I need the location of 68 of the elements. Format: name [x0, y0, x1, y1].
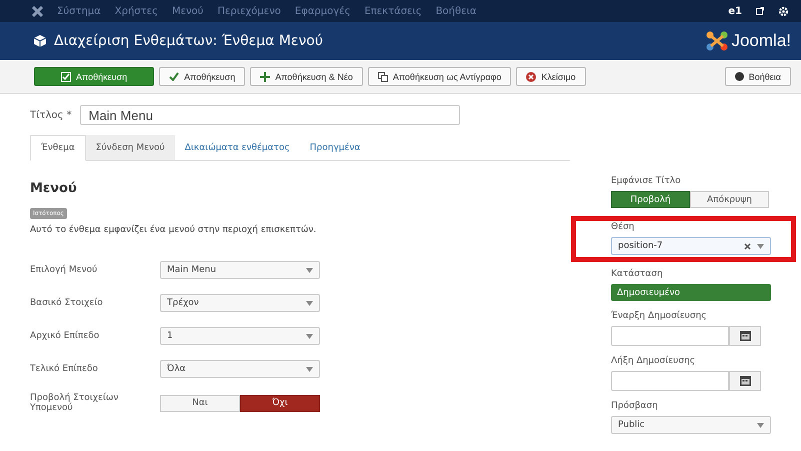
- caret-icon: [306, 334, 313, 338]
- field-label: Προβολή Στοιχείων Υπομενού: [30, 393, 120, 413]
- calendar-icon: [740, 331, 750, 341]
- user-name[interactable]: e1: [728, 6, 742, 16]
- select-field[interactable]: position-7: [611, 237, 771, 255]
- module-description: Αυτό το ένθεμα εμφανίζει ένα μενού στην περιοχή επισκεπτών.: [30, 225, 318, 235]
- help-button[interactable]: Βοήθεια: [724, 67, 791, 86]
- toggle-option[interactable]: Όχι: [240, 394, 320, 412]
- joomla-logo-icon: [706, 31, 728, 51]
- field-label: Τίτλος *: [30, 110, 72, 120]
- page-title: Διαχείριση Ενθεμάτων: Ένθεμα Μενού: [54, 33, 323, 49]
- field-label: Κατάσταση: [611, 269, 664, 279]
- select-field[interactable]: Τρέχον: [160, 294, 320, 312]
- caret-icon: [757, 244, 764, 248]
- field-label: Εμφάνισε Τίτλο: [611, 176, 682, 186]
- toggle-option[interactable]: Απόκρυψη: [690, 191, 769, 208]
- check-icon: [169, 72, 180, 81]
- field-label: Τελικό Επίπεδο: [30, 364, 99, 374]
- date-field[interactable]: [611, 326, 729, 346]
- menu-item[interactable]: Μενού: [172, 6, 204, 16]
- close-icon: [526, 72, 536, 82]
- field-label: Αρχικό Επίπεδο: [30, 331, 100, 341]
- toggle-option[interactable]: Προβολή: [611, 191, 690, 208]
- plus-icon: [260, 72, 270, 82]
- menu-item[interactable]: Επεκτάσεις: [364, 6, 422, 16]
- copy-icon: [378, 72, 388, 82]
- caret-icon: [306, 268, 313, 272]
- calendar-button[interactable]: [729, 326, 761, 346]
- tab[interactable]: Ένθεμα: [30, 135, 86, 161]
- tab[interactable]: Δικαιώματα ενθέματος: [174, 135, 300, 160]
- caret-icon: [306, 366, 313, 372]
- date-field[interactable]: [611, 371, 729, 391]
- menu-item[interactable]: Περιεχόμενο: [217, 6, 281, 16]
- toolbar-button[interactable]: Αποθήκευση & Νέο: [250, 67, 363, 86]
- logo-text: Joomla!: [731, 31, 791, 51]
- checkbox-icon: [61, 72, 71, 82]
- cube-icon: [34, 35, 46, 47]
- toolbar-button[interactable]: Αποθήκευση: [34, 67, 154, 86]
- field-label: Επιλογή Μενού: [30, 265, 98, 275]
- field-label: Έναρξη Δημοσίευσης: [611, 311, 708, 321]
- gear-icon[interactable]: [778, 6, 789, 16]
- select-field[interactable]: 1: [160, 327, 320, 345]
- tab[interactable]: Σύνδεση Μενού: [86, 135, 175, 160]
- title-field[interactable]: Main Menu: [80, 105, 460, 125]
- section-heading: Μενού: [30, 181, 78, 196]
- clear-icon[interactable]: [744, 242, 751, 250]
- toolbar-button[interactable]: Αποθήκευση ως Αντίγραφο: [368, 67, 512, 86]
- field-label: Βασικό Στοιχείο: [30, 298, 104, 308]
- menu-item[interactable]: Εφαρμογές: [294, 6, 350, 16]
- caret-icon: [757, 422, 764, 428]
- field-label: Πρόσβαση: [611, 401, 659, 411]
- menu-item[interactable]: Σύστημα: [57, 6, 101, 16]
- toggle-option[interactable]: Ναι: [160, 394, 240, 412]
- menu-item[interactable]: Χρήστες: [114, 6, 158, 16]
- select-field[interactable]: Main Menu: [160, 261, 320, 279]
- calendar-icon: [740, 376, 750, 386]
- menu-item[interactable]: Βοήθεια: [436, 6, 477, 16]
- select-field[interactable]: Όλα: [160, 360, 320, 378]
- toolbar-button[interactable]: Αποθήκευση: [159, 67, 246, 86]
- external-link-icon[interactable]: [756, 7, 764, 15]
- tab[interactable]: Προηγμένα: [300, 135, 370, 160]
- select-field[interactable]: Public: [611, 416, 771, 434]
- status-select[interactable]: Δημοσιευμένο: [611, 284, 771, 301]
- toolbar-button[interactable]: Κλείσιμο: [516, 67, 586, 86]
- field-label: Θέση: [611, 222, 636, 232]
- caret-icon: [306, 300, 313, 306]
- calendar-button[interactable]: [729, 371, 761, 391]
- field-label: Λήξη Δημοσίευσης: [611, 356, 696, 366]
